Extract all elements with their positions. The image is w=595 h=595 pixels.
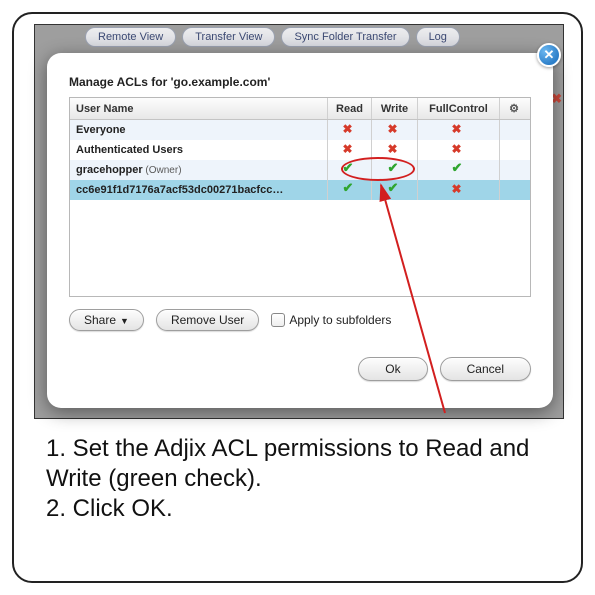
cell-gear [500, 140, 528, 160]
bg-tab: Remote View [85, 27, 176, 47]
cell-read[interactable] [328, 180, 372, 200]
bg-tab: Transfer View [182, 27, 275, 47]
col-user-name[interactable]: User Name [70, 98, 328, 119]
cell-full[interactable] [418, 160, 500, 180]
cell-read[interactable] [328, 120, 372, 140]
cell-user-name: gracehopper (Owner) [70, 160, 328, 180]
x-icon [452, 143, 466, 157]
chevron-down-icon: ▼ [120, 316, 129, 326]
table-row[interactable]: gracehopper (Owner) [70, 160, 530, 180]
ok-button[interactable]: Ok [358, 357, 427, 381]
cancel-button[interactable]: Cancel [440, 357, 531, 381]
x-icon [388, 143, 402, 157]
tutorial-card: Remote View Transfer View Sync Folder Tr… [12, 12, 583, 583]
checkbox-icon [271, 313, 285, 327]
instruction-text: 1. Set the Adjix ACL permissions to Read… [46, 434, 566, 524]
share-label: Share [84, 313, 116, 327]
cell-read[interactable] [328, 160, 372, 180]
screenshot-region: Remote View Transfer View Sync Folder Tr… [34, 24, 564, 419]
background-tabs: Remote View Transfer View Sync Folder Tr… [85, 27, 466, 47]
col-settings[interactable]: ⚙ [500, 98, 528, 119]
cell-full[interactable] [418, 180, 500, 200]
cell-full[interactable] [418, 140, 500, 160]
cell-full[interactable] [418, 120, 500, 140]
cell-read[interactable] [328, 140, 372, 160]
x-icon [452, 123, 466, 137]
bg-tab: Log [416, 27, 460, 47]
check-icon [388, 163, 402, 177]
remove-user-button[interactable]: Remove User [156, 309, 259, 331]
col-full-control[interactable]: FullControl [418, 98, 500, 119]
cell-gear [500, 180, 528, 200]
table-row[interactable]: Authenticated Users [70, 140, 530, 160]
acl-dialog: ✕ Manage ACLs for 'go.example.com' User … [47, 53, 553, 408]
x-icon [388, 123, 402, 137]
share-button[interactable]: Share ▼ [69, 309, 144, 331]
check-icon [388, 183, 402, 197]
gear-icon: ⚙ [509, 103, 519, 115]
apply-subfolders-label: Apply to subfolders [289, 313, 391, 327]
check-icon [343, 183, 357, 197]
table-header: User Name Read Write FullControl ⚙ [70, 98, 530, 120]
cell-gear [500, 160, 528, 180]
cell-write[interactable] [372, 160, 418, 180]
cell-write[interactable] [372, 120, 418, 140]
dialog-buttons: Ok Cancel [358, 357, 531, 381]
check-icon [343, 163, 357, 177]
check-icon [452, 163, 466, 177]
dialog-title: Manage ACLs for 'go.example.com' [69, 75, 270, 89]
cell-write[interactable] [372, 140, 418, 160]
cell-user-name: cc6e91f1d7176a7acf53dc00271bacfcc… [70, 180, 328, 200]
apply-subfolders-checkbox[interactable]: Apply to subfolders [271, 313, 391, 327]
table-row[interactable]: cc6e91f1d7176a7acf53dc00271bacfcc… [70, 180, 530, 200]
cell-user-name: Authenticated Users [70, 140, 328, 160]
instruction-line-1: 1. Set the Adjix ACL permissions to Read… [46, 434, 566, 494]
col-read[interactable]: Read [328, 98, 372, 119]
cell-user-name: Everyone [70, 120, 328, 140]
col-write[interactable]: Write [372, 98, 418, 119]
acl-table: User Name Read Write FullControl ⚙ Every… [69, 97, 531, 297]
cell-write[interactable] [372, 180, 418, 200]
table-body: EveryoneAuthenticated Usersgracehopper (… [70, 120, 530, 200]
x-icon [343, 123, 357, 137]
action-row: Share ▼ Remove User Apply to subfolders [69, 309, 391, 331]
cell-gear [500, 120, 528, 140]
x-icon [452, 183, 466, 197]
x-icon [343, 143, 357, 157]
instruction-line-2: 2. Click OK. [46, 494, 566, 524]
close-icon[interactable]: ✕ [537, 43, 561, 67]
table-row[interactable]: Everyone [70, 120, 530, 140]
bg-tab: Sync Folder Transfer [281, 27, 409, 47]
